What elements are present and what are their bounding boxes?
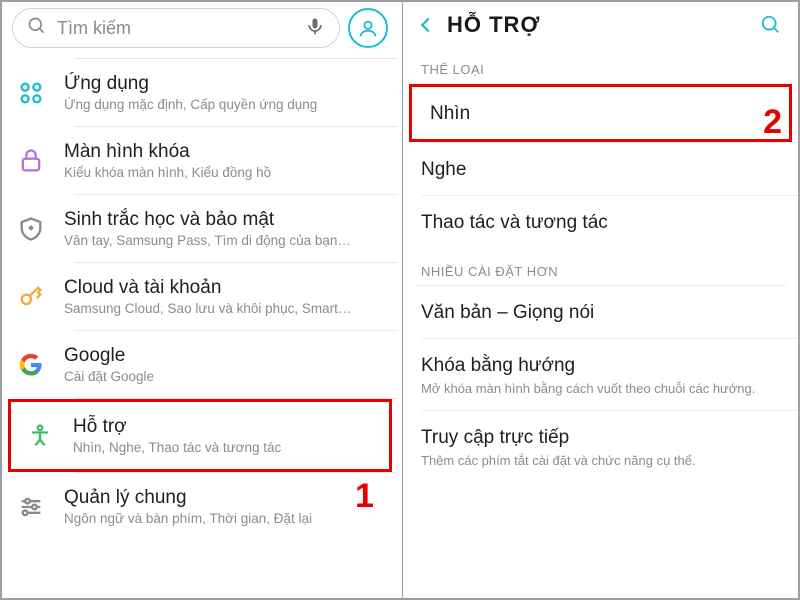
google-icon: [16, 350, 46, 380]
list-item-vision[interactable]: Nhìn: [412, 87, 789, 139]
shield-icon: [16, 214, 46, 244]
search-input[interactable]: Tìm kiếm: [12, 8, 340, 48]
item-sub: Cài đặt Google: [64, 369, 154, 384]
settings-item-google[interactable]: Google Cài đặt Google: [2, 331, 398, 398]
annotation-badge-1: 1: [355, 477, 374, 516]
item-title: Nghe: [421, 159, 780, 181]
highlight-box-1: Hỗ trợ Nhìn, Nghe, Thao tác và tương tác: [8, 399, 392, 472]
search-icon: [27, 16, 47, 41]
search-placeholder: Tìm kiếm: [57, 18, 295, 39]
item-title: Nhìn: [430, 103, 771, 125]
item-title: Cloud và tài khoản: [64, 277, 354, 299]
settings-text: Ứng dụng Ứng dụng mặc định, Cấp quyền ứn…: [64, 73, 317, 112]
settings-item-accessibility[interactable]: Hỗ trợ Nhìn, Nghe, Thao tác và tương tác: [11, 402, 389, 469]
profile-button[interactable]: [348, 8, 388, 48]
settings-item-biometrics[interactable]: Sinh trắc học và bảo mật Vân tay, Samsun…: [2, 195, 398, 262]
apps-icon: [16, 78, 46, 108]
settings-list: Ứng dụng Ứng dụng mặc định, Cấp quyền ứn…: [2, 58, 398, 540]
settings-text: Sinh trắc học và bảo mật Vân tay, Samsun…: [64, 209, 354, 248]
key-icon: [16, 282, 46, 312]
item-sub: Thêm các phím tắt cài đặt và chức năng c…: [421, 453, 780, 468]
settings-text: Google Cài đặt Google: [64, 345, 154, 384]
list-item-direct-access[interactable]: Truy cập trực tiếp Thêm các phím tắt cài…: [403, 411, 798, 482]
accessibility-icon: [25, 421, 55, 451]
settings-item-lockscreen[interactable]: Màn hình khóa Kiểu khóa màn hình, Kiểu đ…: [2, 127, 398, 194]
item-sub: Nhìn, Nghe, Thao tác và tương tác: [73, 440, 281, 455]
search-row: Tìm kiếm: [2, 2, 398, 58]
settings-text: Cloud và tài khoản Samsung Cloud, Sao lư…: [64, 277, 354, 316]
list-item-hearing[interactable]: Nghe: [403, 143, 798, 195]
settings-pane: Tìm kiếm Ứng dụng Ứng dụng mặc định, Cấp…: [2, 2, 398, 598]
item-title: Hỗ trợ: [73, 416, 281, 438]
settings-item-apps[interactable]: Ứng dụng Ứng dụng mặc định, Cấp quyền ứn…: [2, 59, 398, 126]
item-title: Màn hình khóa: [64, 141, 271, 163]
highlight-box-2: Nhìn: [409, 84, 792, 142]
settings-item-general[interactable]: Quản lý chung Ngôn ngữ và bàn phím, Thời…: [2, 473, 398, 540]
accessibility-pane: HỖ TRỢ THỂ LOẠI Nhìn Nghe Thao tác và tư…: [402, 2, 798, 598]
item-title: Khóa bằng hướng: [421, 355, 780, 377]
settings-sliders-icon: [16, 492, 46, 522]
item-title: Thao tác và tương tác: [421, 212, 780, 234]
item-sub: Kiểu khóa màn hình, Kiểu đồng hồ: [64, 165, 271, 180]
settings-item-cloud[interactable]: Cloud và tài khoản Samsung Cloud, Sao lư…: [2, 263, 398, 330]
item-title: Google: [64, 345, 154, 367]
item-title: Quản lý chung: [64, 487, 312, 509]
back-button[interactable]: [413, 14, 439, 36]
settings-text: Hỗ trợ Nhìn, Nghe, Thao tác và tương tác: [73, 416, 281, 455]
item-sub: Vân tay, Samsung Pass, Tìm di động của b…: [64, 233, 354, 248]
list-item-tts[interactable]: Văn bản – Giọng nói: [403, 286, 798, 338]
annotation-badge-2: 2: [763, 103, 782, 142]
section-label-more: NHIỀU CÀI ĐẶT HƠN: [403, 248, 798, 283]
item-title: Sinh trắc học và bảo mật: [64, 209, 354, 231]
item-sub: Samsung Cloud, Sao lưu và khôi phục, Sma…: [64, 301, 354, 316]
item-title: Truy cập trực tiếp: [421, 427, 780, 449]
item-sub: Mở khóa màn hình bằng cách vuốt theo chu…: [421, 381, 780, 396]
mic-icon[interactable]: [305, 16, 325, 41]
header: HỖ TRỢ: [403, 2, 798, 46]
item-title: Ứng dụng: [64, 73, 317, 95]
page-title: HỖ TRỢ: [447, 12, 750, 38]
settings-text: Quản lý chung Ngôn ngữ và bàn phím, Thời…: [64, 487, 312, 526]
search-button[interactable]: [758, 14, 784, 36]
item-sub: Ngôn ngữ và bàn phím, Thời gian, Đặt lại: [64, 511, 312, 526]
section-label-category: THỂ LOẠI: [403, 46, 798, 81]
item-sub: Ứng dụng mặc định, Cấp quyền ứng dụng: [64, 97, 317, 112]
list-item-direction-lock[interactable]: Khóa bằng hướng Mở khóa màn hình bằng cá…: [403, 339, 798, 410]
settings-text: Màn hình khóa Kiểu khóa màn hình, Kiểu đ…: [64, 141, 271, 180]
item-title: Văn bản – Giọng nói: [421, 302, 780, 324]
lock-icon: [16, 146, 46, 176]
list-item-dexterity[interactable]: Thao tác và tương tác: [403, 196, 798, 248]
